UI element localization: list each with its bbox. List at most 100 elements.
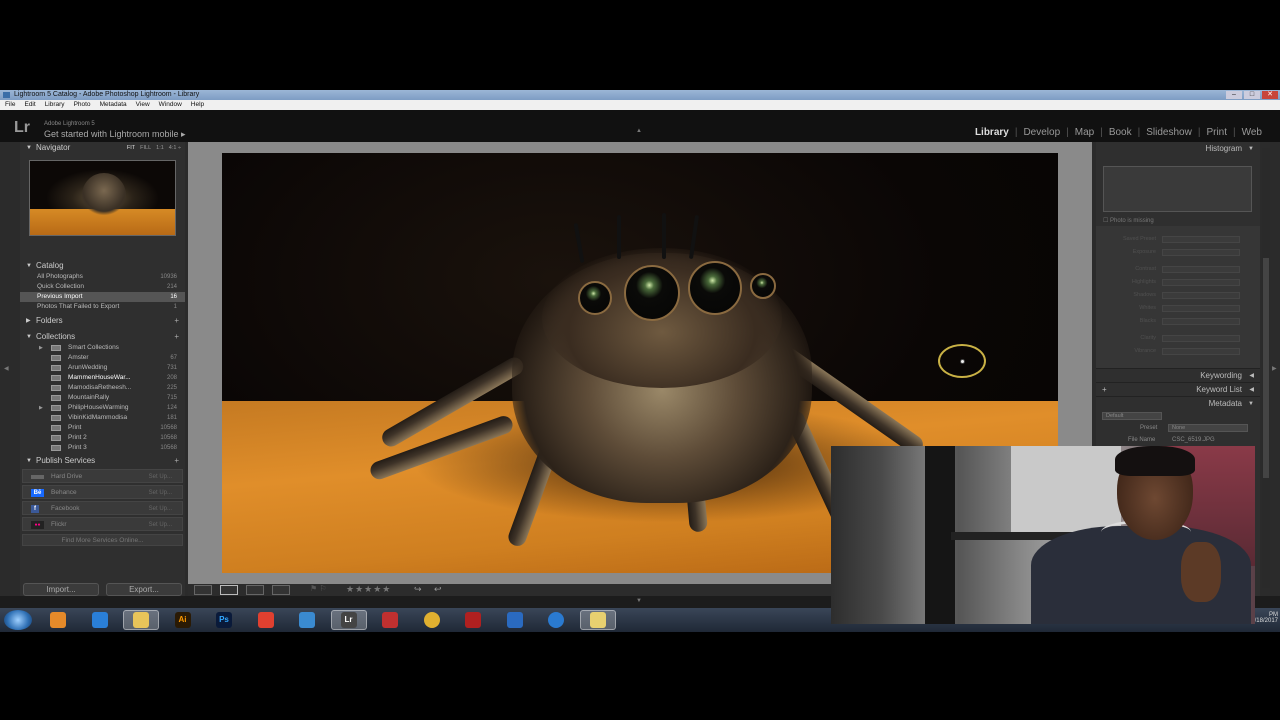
start-button[interactable] xyxy=(4,610,32,630)
folders-header[interactable]: ▶ Folders + xyxy=(20,315,185,327)
quick-develop-row[interactable]: Blacks xyxy=(1096,316,1260,329)
catalog-item[interactable]: Quick Collection 214 xyxy=(20,282,185,292)
setup-link[interactable]: Set Up... xyxy=(149,502,172,516)
taskbar-button[interactable] xyxy=(40,610,76,630)
menu-edit[interactable]: Edit xyxy=(24,100,35,110)
quick-develop-buttons[interactable] xyxy=(1162,318,1240,325)
quick-develop-row[interactable]: Vibrance xyxy=(1096,346,1260,359)
expand-triangle-icon[interactable]: ▶ xyxy=(39,343,43,353)
module-book[interactable]: Book xyxy=(1103,127,1138,138)
module-develop[interactable]: Develop xyxy=(1017,127,1066,138)
quick-develop-row[interactable]: Shadows xyxy=(1096,290,1260,303)
nav-zoom[interactable]: 4:1 ÷ xyxy=(169,142,181,154)
add-publish-service-icon[interactable]: + xyxy=(174,455,179,467)
quick-develop-buttons[interactable] xyxy=(1162,292,1240,299)
catalog-item[interactable]: All Photographs 10936 xyxy=(20,272,185,282)
quick-develop-buttons[interactable] xyxy=(1162,279,1240,286)
preset-select[interactable]: None xyxy=(1168,424,1248,432)
menu-file[interactable]: File xyxy=(5,100,15,110)
quick-develop-buttons[interactable] xyxy=(1162,305,1240,312)
publish-service-behance[interactable]: Bē Behance Set Up... xyxy=(22,485,183,499)
grid-view-icon[interactable] xyxy=(194,585,212,595)
collection-item[interactable]: MountainRally 715 xyxy=(20,393,185,403)
collections-header[interactable]: ▼ Collections + xyxy=(20,331,185,343)
menu-view[interactable]: View xyxy=(136,100,150,110)
taskbar-button[interactable] xyxy=(82,610,118,630)
find-more-services-button[interactable]: Find More Services Online... xyxy=(22,534,183,546)
collection-item[interactable]: Print 2 10568 xyxy=(20,433,185,443)
mobile-link[interactable]: Get started with Lightroom mobile ▸ xyxy=(44,129,186,140)
right-panel-toggle-icon[interactable]: ▶ xyxy=(1272,365,1277,372)
quick-develop-row[interactable]: Saved Preset xyxy=(1096,234,1260,247)
taskbar-button[interactable] xyxy=(372,610,408,630)
module-slideshow[interactable]: Slideshow xyxy=(1140,127,1198,138)
add-folder-icon[interactable]: + xyxy=(174,315,179,327)
expand-triangle-icon[interactable]: ▶ xyxy=(39,403,43,413)
navigator-header[interactable]: ▼ Navigator FIT FILL 1:1 4:1 ÷ xyxy=(20,142,185,154)
add-collection-icon[interactable]: + xyxy=(174,331,179,343)
filmstrip-toggle-icon[interactable]: ▼ xyxy=(636,598,642,604)
navigator-thumbnail[interactable] xyxy=(29,160,176,236)
collection-item[interactable]: MammenHouseWar... 208 xyxy=(20,373,185,383)
export-button[interactable]: Export... xyxy=(106,583,182,596)
survey-view-icon[interactable] xyxy=(272,585,290,595)
keywording-header[interactable]: Keywording ◀ xyxy=(1096,368,1260,382)
rotate-left-icon[interactable]: ↪ xyxy=(414,584,422,595)
publish-services-header[interactable]: ▼ Publish Services + xyxy=(20,455,185,467)
taskbar-button[interactable]: Ps xyxy=(206,610,242,630)
rotate-right-icon[interactable]: ↩ xyxy=(434,584,442,595)
menu-photo[interactable]: Photo xyxy=(74,100,91,110)
loupe-view-icon[interactable] xyxy=(220,585,238,595)
collection-item[interactable]: Amster 67 xyxy=(20,353,185,363)
left-panel-toggle-icon[interactable]: ◀ xyxy=(4,365,9,372)
catalog-header[interactable]: ▼ Catalog xyxy=(20,260,185,272)
minimize-button[interactable]: – xyxy=(1226,91,1242,99)
taskbar-button[interactable] xyxy=(289,610,325,630)
module-library[interactable]: Library xyxy=(969,127,1015,138)
quick-develop-buttons[interactable] xyxy=(1162,348,1240,355)
taskbar-button[interactable] xyxy=(414,610,450,630)
collection-item[interactable]: ArunWedding 731 xyxy=(20,363,185,373)
taskbar-button[interactable]: Lr xyxy=(330,610,367,630)
menu-library[interactable]: Library xyxy=(45,100,65,110)
module-web[interactable]: Web xyxy=(1236,127,1268,138)
nav-1to1[interactable]: 1:1 xyxy=(156,142,164,154)
compare-view-icon[interactable] xyxy=(246,585,264,595)
taskbar-button[interactable]: Ai xyxy=(165,610,201,630)
module-print[interactable]: Print xyxy=(1200,127,1233,138)
metadata-header[interactable]: Metadata ▼ xyxy=(1096,396,1260,410)
quick-develop-buttons[interactable] xyxy=(1162,249,1240,256)
collection-item[interactable]: Print 3 10568 xyxy=(20,443,185,453)
right-panel-scrollbar[interactable] xyxy=(1262,148,1270,588)
module-map[interactable]: Map xyxy=(1069,127,1100,138)
setup-link[interactable]: Set Up... xyxy=(149,470,172,484)
quick-develop-row[interactable]: Clarity xyxy=(1096,333,1260,346)
quick-develop-row[interactable]: Contrast xyxy=(1096,264,1260,277)
keyword-list-header[interactable]: + Keyword List ◀ xyxy=(1096,382,1260,396)
quick-develop-row[interactable]: Exposure xyxy=(1096,247,1260,260)
top-panel-toggle-icon[interactable]: ▲ xyxy=(636,128,642,134)
taskbar-button[interactable] xyxy=(497,610,533,630)
metadata-view-select[interactable]: Default xyxy=(1102,412,1162,420)
taskbar-button[interactable] xyxy=(123,610,159,630)
collection-item[interactable]: VibinKidMammodisa 181 xyxy=(20,413,185,423)
add-keyword-icon[interactable]: + xyxy=(1102,383,1107,397)
taskbar-button[interactable] xyxy=(579,610,616,630)
collection-item[interactable]: MamodisaRetheesh... 225 xyxy=(20,383,185,393)
catalog-item[interactable]: Previous Import 16 xyxy=(20,292,185,302)
collection-item[interactable]: ▶ PhilipHouseWarming 124 xyxy=(20,403,185,413)
import-button[interactable]: Import... xyxy=(23,583,99,596)
quick-develop-row[interactable]: Highlights xyxy=(1096,277,1260,290)
menu-help[interactable]: Help xyxy=(191,100,204,110)
flag-icons[interactable]: ⚑ ⚐ xyxy=(310,584,327,593)
nav-fill[interactable]: FILL xyxy=(140,142,151,154)
collection-item[interactable]: ▶ Smart Collections xyxy=(20,343,185,353)
maximize-button[interactable]: □ xyxy=(1244,91,1260,99)
setup-link[interactable]: Set Up... xyxy=(149,518,172,532)
histogram-header[interactable]: Histogram ▼ xyxy=(1096,142,1260,156)
quick-develop-row[interactable]: Whites xyxy=(1096,303,1260,316)
publish-service-flickr[interactable]: ●● Flickr Set Up... xyxy=(22,517,183,531)
nav-fit[interactable]: FIT xyxy=(127,142,135,154)
quick-develop-buttons[interactable] xyxy=(1162,266,1240,273)
quick-develop-buttons[interactable] xyxy=(1162,335,1240,342)
